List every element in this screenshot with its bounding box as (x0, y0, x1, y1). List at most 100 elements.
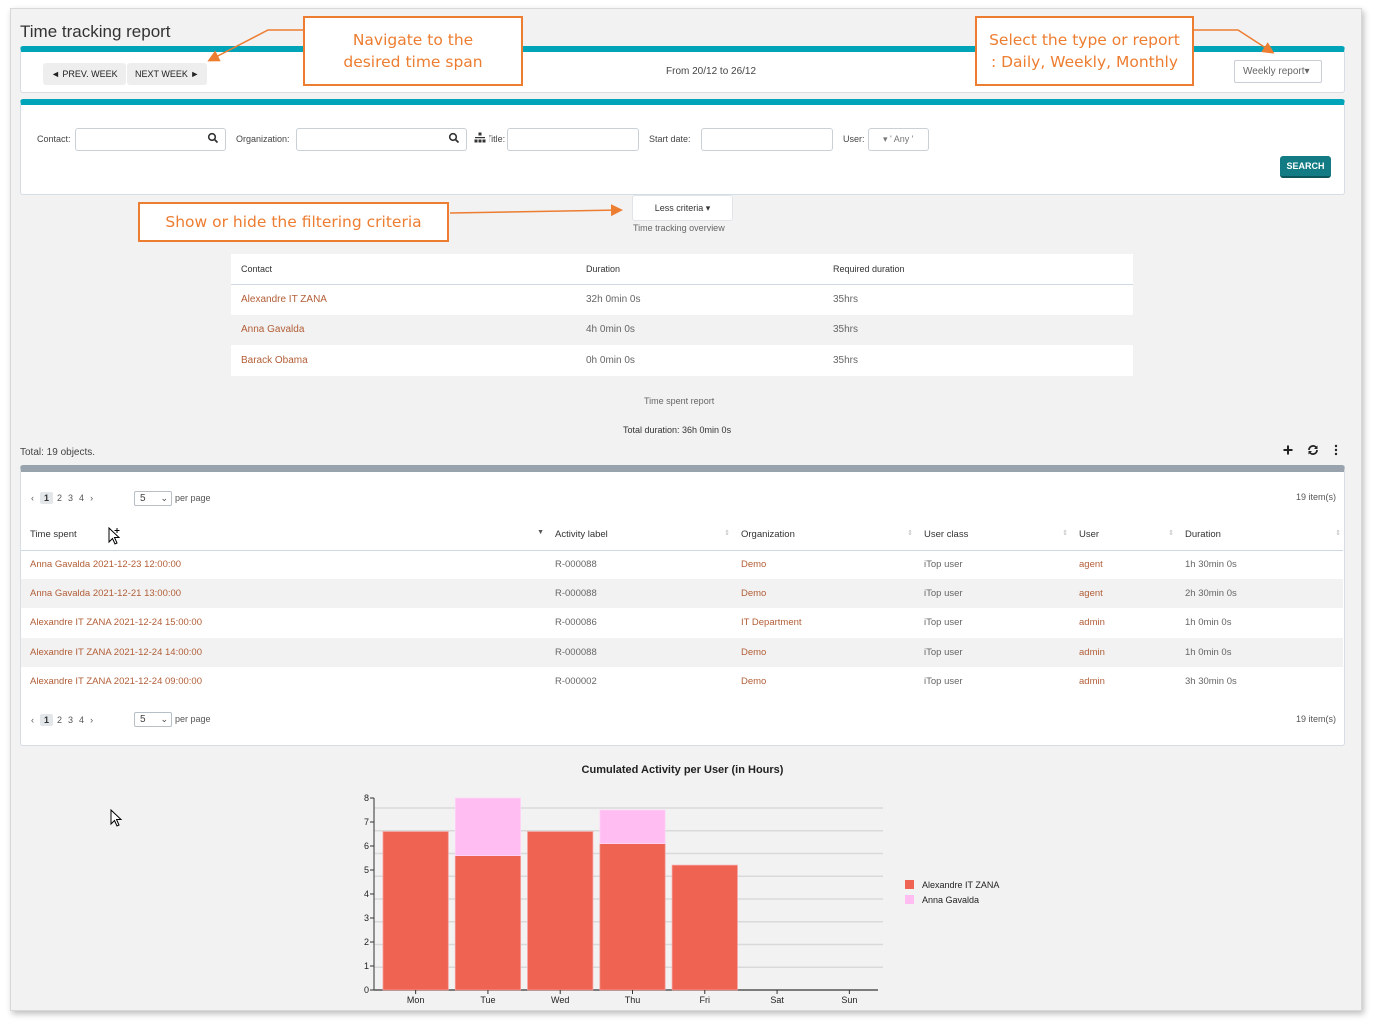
column-header-user[interactable]: User ⇕ (1070, 519, 1176, 551)
chart-legend: Alexandre IT ZANA Anna Gavalda (905, 877, 999, 907)
search-icon[interactable] (448, 132, 460, 144)
organization-link[interactable]: Demo (741, 676, 766, 687)
report-type-select[interactable]: Weekly report▾ (1234, 60, 1322, 83)
column-header-duration: Duration (576, 254, 823, 285)
user-link[interactable]: agent (1079, 588, 1103, 599)
total-duration: Total duration: 36h 0min 0s (623, 425, 732, 435)
column-label: Organization (741, 528, 795, 540)
duration-cell: 1h 30min 0s (1185, 559, 1237, 571)
user-link[interactable]: admin (1079, 676, 1105, 687)
activity-cell: R-000002 (555, 675, 597, 687)
contact-label: Contact: (37, 134, 71, 144)
next-week-button[interactable]: NEXT WEEK ► (127, 63, 208, 85)
chevron-down-icon: ⌄ (160, 714, 168, 724)
legend-swatch (905, 895, 914, 904)
chart-title: Cumulated Activity per User (in Hours) (581, 764, 784, 776)
column-header-user-class[interactable]: User class ⇕ (915, 519, 1070, 551)
user-link[interactable]: admin (1079, 647, 1105, 658)
report-type-value: Weekly report (1243, 66, 1305, 77)
chevron-down-icon: ▾ (1304, 66, 1310, 77)
overview-header-row: Contact Duration Required duration (231, 254, 1133, 285)
organization-link[interactable]: IT Department (741, 617, 802, 628)
add-icon[interactable] (1281, 443, 1295, 457)
column-label: Duration (1185, 528, 1221, 540)
per-page-value: 5 (140, 714, 146, 725)
time-spent-link[interactable]: Alexandre IT ZANA 2021-12-24 09:00:00 (30, 676, 202, 687)
duration-cell: 1h 0min 0s (1176, 637, 1343, 667)
time-spent-link[interactable]: Anna Gavalda 2021-12-23 12:00:00 (30, 559, 181, 570)
column-label: Time spent (30, 528, 77, 540)
page-1-button[interactable]: 1 (40, 714, 54, 726)
less-criteria-button[interactable]: Less criteria ▾ (632, 195, 733, 221)
legend-item-anna: Anna Gavalda (905, 892, 999, 907)
prev-week-button[interactable]: ◄ PREV. WEEK (43, 63, 126, 85)
duration-cell: 0h 0min 0s (576, 345, 823, 376)
table-row: Anna Gavalda 2021-12-21 13:00:00 R-00008… (21, 579, 1343, 609)
start-date-label: Start date: (649, 134, 691, 144)
required-duration-cell: 35hrs (823, 314, 1133, 345)
mouse-cursor-icon (108, 527, 121, 545)
column-header-time-spent[interactable]: Time spent ▼ (21, 519, 546, 551)
mouse-cursor-icon (110, 809, 123, 827)
sort-desc-icon: ▼ (537, 529, 544, 536)
contact-link[interactable]: Alexandre IT ZANA (241, 294, 327, 305)
page-3-button[interactable]: 3 (68, 715, 73, 725)
user-link[interactable]: agent (1079, 559, 1103, 570)
table-header-row: Time spent ▼ Activity label ⇕ Organization… (21, 519, 1343, 551)
per-page-select[interactable]: 5 ⌄ (134, 712, 172, 727)
start-date-input[interactable] (701, 128, 833, 151)
column-header-activity-label[interactable]: Activity label ⇕ (546, 519, 732, 551)
search-icon[interactable] (207, 132, 219, 144)
table-row: Alexandre IT ZANA 2021-12-24 09:00:00 R-… (21, 667, 1343, 696)
time-spent-link[interactable]: Anna Gavalda 2021-12-21 13:00:00 (30, 588, 181, 599)
column-label: User class (924, 528, 969, 540)
title-input[interactable] (507, 128, 639, 151)
search-button[interactable]: SEARCH (1280, 156, 1331, 178)
page-3-button[interactable]: 3 (68, 493, 73, 503)
sort-icon: ⇕ (1335, 530, 1341, 537)
hierarchy-icon[interactable] (474, 132, 486, 144)
user-class-cell: iTop user (924, 559, 963, 571)
overview-table: Contact Duration Required duration Alexa… (231, 254, 1133, 376)
page-4-button[interactable]: 4 (79, 493, 84, 503)
time-spent-link[interactable]: Alexandre IT ZANA 2021-12-24 15:00:00 (30, 617, 202, 628)
organization-label: Organization: (236, 134, 290, 144)
organization-link[interactable]: Demo (741, 588, 766, 599)
organization-link[interactable]: Demo (741, 559, 766, 570)
column-header-organization[interactable]: Organization ⇕ (732, 519, 915, 551)
duration-cell: 2h 30min 0s (1176, 579, 1343, 609)
table-row: Anna Gavalda 4h 0min 0s 35hrs (231, 314, 1133, 345)
refresh-icon[interactable] (1306, 443, 1320, 457)
next-page-button[interactable]: › (90, 493, 93, 503)
organization-input[interactable] (296, 128, 467, 151)
contact-input[interactable] (75, 128, 226, 151)
legend-item-alexandre: Alexandre IT ZANA (905, 877, 999, 892)
contact-link[interactable]: Anna Gavalda (241, 324, 304, 335)
page-2-button[interactable]: 2 (57, 715, 62, 725)
overview-caption: Time tracking overview (633, 223, 725, 233)
page-1-button[interactable]: 1 (40, 492, 54, 504)
per-page-value: 5 (140, 493, 146, 504)
user-select[interactable]: ▾ ' Any ' (868, 128, 929, 151)
more-menu-icon[interactable] (1329, 443, 1343, 457)
pagination-bottom: ‹ 1 2 3 4 › (31, 714, 99, 726)
organization-link[interactable]: Demo (741, 647, 766, 658)
column-header-required-duration: Required duration (823, 254, 1133, 285)
column-label: User (1079, 528, 1100, 540)
page-2-button[interactable]: 2 (57, 493, 62, 503)
legend-label: Alexandre IT ZANA (922, 879, 1000, 890)
prev-page-button[interactable]: ‹ (31, 715, 34, 725)
prev-page-button[interactable]: ‹ (31, 493, 34, 503)
next-page-button[interactable]: › (90, 715, 93, 725)
time-spent-link[interactable]: Alexandre IT ZANA 2021-12-24 14:00:00 (30, 647, 202, 658)
legend-label: Anna Gavalda (922, 894, 980, 905)
column-header-duration[interactable]: Duration ⇕ (1176, 519, 1343, 551)
annotation-report-type: Select the type or report : Daily, Weekl… (975, 16, 1194, 86)
page-4-button[interactable]: 4 (79, 715, 84, 725)
items-count: 19 item(s) (1296, 492, 1337, 502)
per-page-select[interactable]: 5 ⌄ (134, 491, 172, 506)
contact-link[interactable]: Barack Obama (241, 355, 308, 366)
user-link[interactable]: admin (1079, 617, 1105, 628)
sort-icon: ⇕ (724, 530, 730, 537)
activity-cell: R-000086 (555, 617, 597, 629)
